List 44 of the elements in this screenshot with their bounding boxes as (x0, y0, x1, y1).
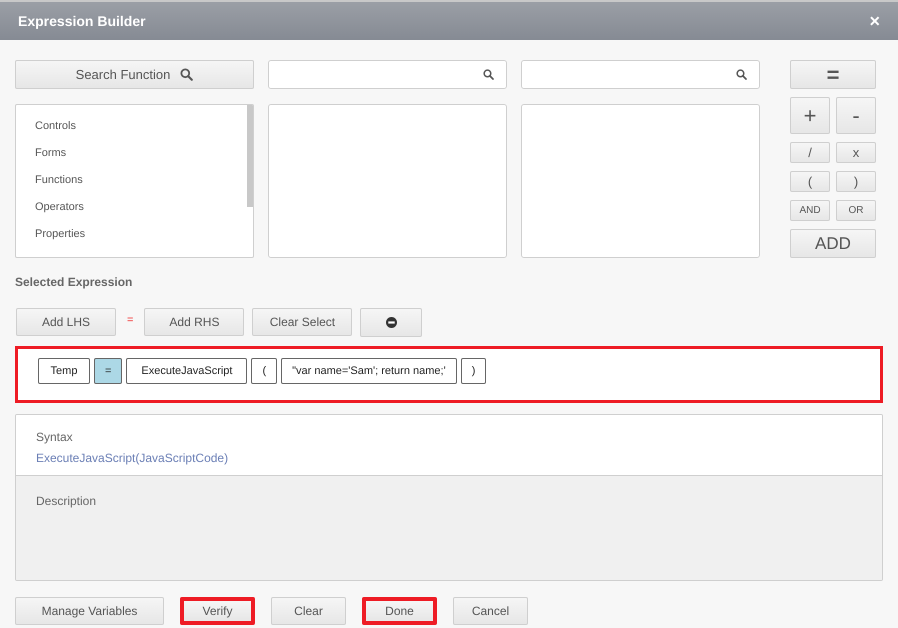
search-icon (180, 68, 194, 81)
expression-token[interactable]: Temp (38, 358, 90, 384)
add-lhs-button[interactable]: Add LHS (16, 308, 116, 336)
footer-button[interactable]: Done (362, 597, 437, 625)
operator-button[interactable]: ) (836, 171, 876, 192)
operator-button[interactable]: + (790, 97, 830, 134)
search-field[interactable] (521, 60, 760, 89)
operator-button[interactable]: ( (790, 171, 830, 192)
remove-button[interactable] (360, 308, 422, 337)
operator-button[interactable]: ADD (790, 229, 876, 258)
operator-button[interactable]: / (790, 142, 830, 163)
category-item[interactable]: Forms (35, 145, 66, 161)
equals-sign: = (127, 313, 134, 328)
window-title: Expression Builder (18, 12, 146, 31)
expression-token[interactable]: ExecuteJavaScript (126, 358, 248, 384)
expression-token[interactable]: = (94, 358, 122, 384)
operator-button[interactable]: - (836, 97, 876, 134)
category-item[interactable]: Functions (35, 172, 83, 188)
minus-circle-icon (386, 317, 397, 328)
scrollbar-thumb[interactable] (247, 105, 253, 207)
section-heading: Selected Expression (15, 274, 134, 291)
footer-button[interactable]: Cancel (453, 597, 528, 625)
operator-button[interactable]: = (790, 60, 876, 89)
footer-button[interactable]: Clear (271, 597, 346, 625)
syntax-heading: Syntax (36, 429, 74, 446)
add-rhs-button[interactable]: Add RHS (144, 308, 244, 336)
footer-button[interactable]: Verify (180, 597, 255, 625)
operator-button[interactable]: OR (836, 200, 876, 221)
expression-token[interactable]: "var name='Sam'; return name;' (281, 358, 457, 384)
search-icon (736, 69, 747, 80)
clear-select-button[interactable]: Clear Select (252, 308, 352, 336)
expression-token[interactable]: ) (460, 358, 486, 384)
description-heading: Description (36, 494, 96, 508)
expression-token[interactable]: ( (251, 358, 278, 384)
syntax-text: ExecuteJavaScript(JavaScriptCode) (36, 450, 230, 467)
search-icon (483, 69, 494, 80)
footer-button[interactable]: Manage Variables (15, 597, 164, 625)
search-function-button[interactable]: Search Function (15, 60, 254, 89)
operator-button[interactable]: AND (790, 200, 830, 221)
search-field[interactable] (268, 60, 507, 89)
category-item[interactable]: Controls (35, 118, 76, 134)
operator-button[interactable]: x (836, 142, 876, 163)
category-item[interactable]: Operators (35, 199, 84, 215)
category-item[interactable]: Properties (35, 226, 86, 242)
